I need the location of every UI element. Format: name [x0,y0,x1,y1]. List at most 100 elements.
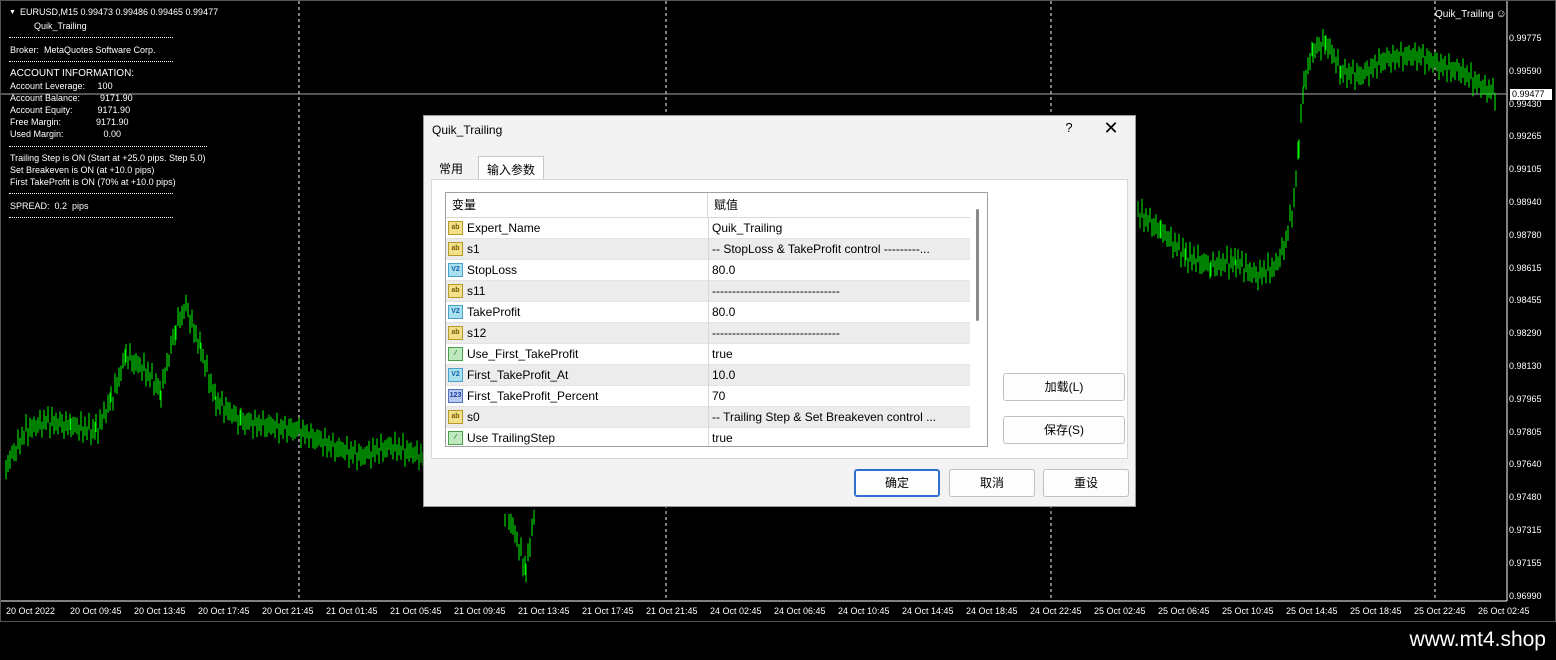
price-tick-label: 0.97805 [1509,426,1542,437]
symbol-quote: EURUSD,M15 0.99473 0.99486 0.99465 0.994… [19,7,219,17]
divider [9,37,173,38]
type-bool-icon: ⁄ [448,431,463,445]
variable-name: s12 [467,326,487,340]
value-cell[interactable]: -- StopLoss & TakeProfit control -------… [710,239,968,259]
time-tick-label: 21 Oct 05:45 [390,606,442,616]
time-tick-label: 20 Oct 13:45 [134,606,186,616]
price-tick-label: 0.97315 [1509,525,1542,535]
help-button[interactable]: ? [1059,120,1079,135]
divider [9,146,207,147]
time-tick-label: 24 Oct 14:45 [902,606,954,616]
breakeven-status: Set Breakeven is ON (at +10.0 pips) [10,165,155,175]
column-divider[interactable] [708,218,709,446]
tab-common[interactable]: 常用 [431,156,471,180]
time-tick-label: 21 Oct 17:45 [582,606,634,616]
variable-name: Use TrailingStep [467,431,556,445]
value-cell[interactable]: -- Trailing Step & Set Breakeven control… [710,407,968,427]
type-v2-icon: V2 [448,368,463,382]
variable-name: s1 [467,242,480,256]
account-leverage: Account Leverage: 100 [10,81,113,91]
price-tick-label: 0.99105 [1509,164,1542,175]
scrollbar-thumb[interactable] [976,209,979,321]
variable-cell: ⁄ Use_First_TakeProfit [448,344,706,364]
price-tick-label: 0.98780 [1509,229,1542,240]
variable-name: TakeProfit [467,305,521,319]
price-tick-label: 0.98130 [1509,361,1542,371]
time-tick-label: 20 Oct 21:45 [262,606,314,616]
type-v2-icon: V2 [448,263,463,277]
value-cell[interactable]: 80.0 [710,260,968,280]
ea-name-right: Quik_Trailing [1435,8,1494,20]
close-button[interactable]: ✕ [1099,118,1123,139]
time-tick-label: 25 Oct 10:45 [1222,606,1274,616]
price-tick-label: 0.97640 [1509,459,1542,470]
column-header-variable[interactable]: 变量 [446,193,708,218]
value-cell[interactable]: 70 [710,386,968,406]
dialog-title: Quik_Trailing [432,123,503,137]
takeprofit-status: First TakeProfit is ON (70% at +10.0 pip… [10,177,176,187]
free-margin: Free Margin: 9171.90 [10,117,129,127]
value-cell[interactable]: -------------------------------- [710,281,968,301]
tab-inputs[interactable]: 输入参数 [478,156,545,181]
type-ab-icon: ab [448,242,463,256]
watermark-bar: www.mt4.shop [0,622,1556,660]
symbol-header: ▼ EURUSD,M15 0.99473 0.99486 0.99465 0.9… [9,7,218,17]
price-tick-label: 0.98615 [1509,262,1542,273]
used-margin: Used Margin: 0.00 [10,129,122,139]
ea-properties-dialog: Quik_Trailing ? ✕ 常用 输入参数 变量 赋值 ab Expert… [423,115,1136,507]
save-button[interactable]: 保存(S) [1003,416,1125,444]
value-cell[interactable]: 80.0 [710,302,968,322]
time-tick-label: 21 Oct 21:45 [646,606,698,616]
type-ab-icon: ab [448,410,463,424]
time-tick-label: 25 Oct 22:45 [1414,606,1466,616]
time-tick-label: 25 Oct 02:45 [1094,606,1146,616]
column-header-value[interactable]: 赋值 [708,193,970,218]
variable-name: First_TakeProfit_At [467,368,569,382]
ea-status[interactable]: Quik_Trailing ☺ [1435,8,1507,20]
variable-cell: ab s0 [448,407,706,427]
time-tick-label: 25 Oct 14:45 [1286,606,1338,616]
broker-text: Broker: MetaQuotes Software Corp. [10,45,156,55]
variable-cell: V2 TakeProfit [448,302,706,322]
type-ab-icon: ab [448,221,463,235]
divider [9,217,173,218]
trailing-status: Trailing Step is ON (Start at +25.0 pips… [10,153,206,163]
variable-cell: V2 First_TakeProfit_At [448,365,706,385]
variable-cell: V2 StopLoss [448,260,706,280]
variable-name: s11 [467,284,486,298]
spread-text: SPREAD: 0.2 pips [10,201,89,211]
price-tick-label: 0.97480 [1509,492,1542,503]
type-v2-icon: V2 [448,305,463,319]
time-tick-label: 24 Oct 22:45 [1030,606,1082,616]
time-tick-label: 24 Oct 02:45 [710,606,762,616]
time-tick-label: 26 Oct 02:45 [1478,606,1530,616]
time-tick-label: 21 Oct 09:45 [454,606,506,616]
cancel-button[interactable]: 取消 [949,469,1035,497]
ok-button[interactable]: 确定 [854,469,940,497]
scrollbar[interactable] [974,205,982,445]
price-tick-label: 0.98455 [1509,295,1542,306]
ea-name-label: Quik_Trailing [34,21,87,31]
reset-button[interactable]: 重设 [1043,469,1129,497]
value-cell[interactable]: Quik_Trailing [710,218,968,238]
value-cell[interactable]: true [710,344,968,364]
time-tick-label: 25 Oct 18:45 [1350,606,1402,616]
time-tick-label: 20 Oct 2022 [6,606,56,616]
variable-name: StopLoss [467,263,518,277]
load-button[interactable]: 加载(L) [1003,373,1125,401]
price-tick-label: 0.97965 [1509,393,1542,404]
variable-cell: ⁄ Use TrailingStep [448,428,706,446]
variable-name: Expert_Name [467,221,541,235]
account-equity: Account Equity: 9171.90 [10,105,131,115]
value-cell[interactable]: 10.0 [710,365,968,385]
watermark-text: www.mt4.shop [1409,628,1546,651]
price-tick-label: 0.97155 [1509,557,1542,568]
variable-cell: ab s11 [448,281,706,301]
price-tick-label: 0.99430 [1509,98,1542,109]
collapse-triangle-icon[interactable]: ▼ [9,9,16,16]
value-cell[interactable]: -------------------------------- [710,323,968,343]
variable-name: s0 [467,410,480,424]
variable-cell: ab Expert_Name [448,218,706,238]
value-cell[interactable]: true [710,428,968,446]
inputs-table[interactable]: 变量 赋值 ab Expert_Name Quik_Trailing ab s1 -- S… [445,192,988,447]
